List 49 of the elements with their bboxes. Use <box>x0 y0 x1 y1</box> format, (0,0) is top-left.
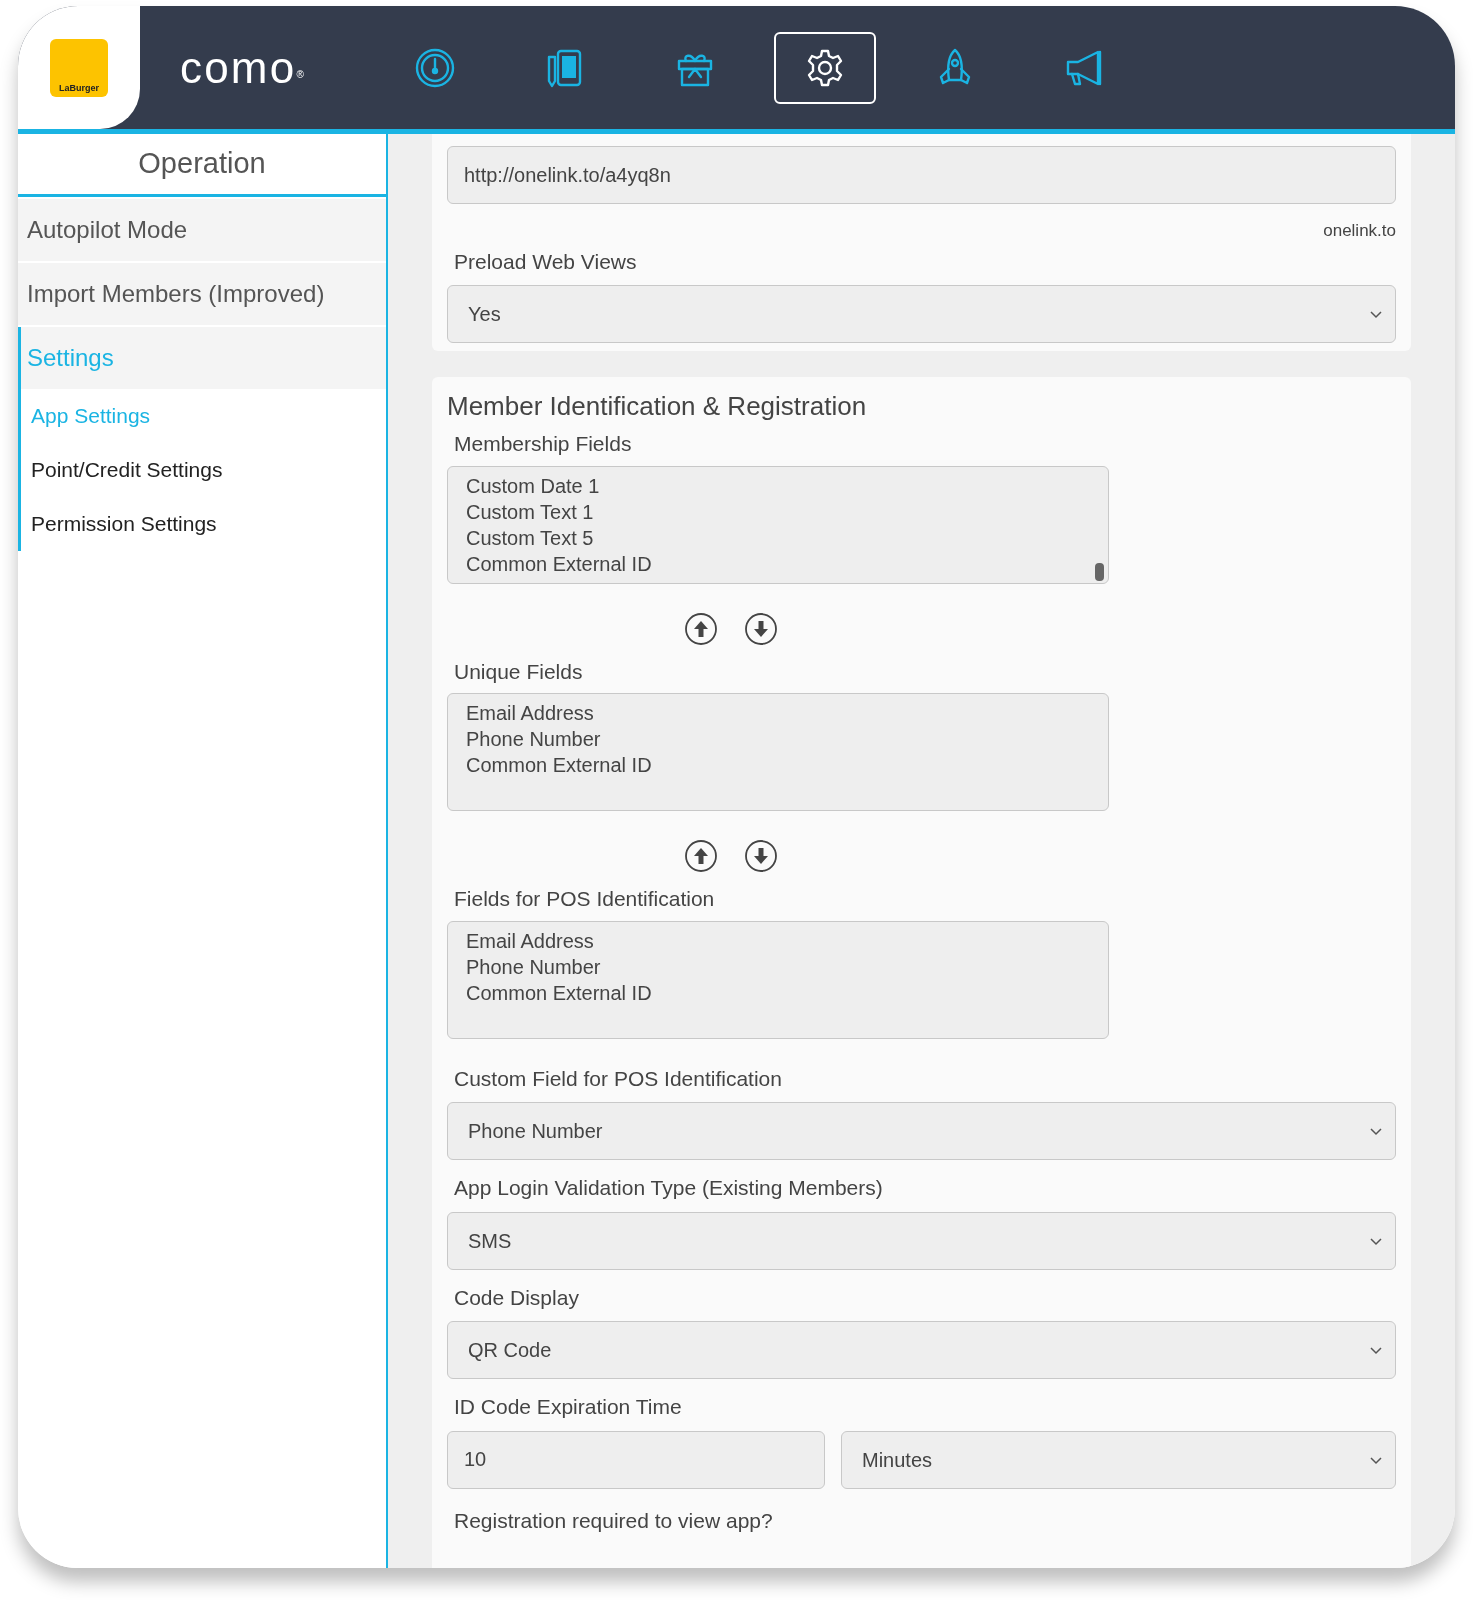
sidebar-subitem[interactable]: Point/Credit Settings <box>21 442 386 497</box>
list-option[interactable]: Common External ID <box>466 979 1090 1006</box>
dropdown-select[interactable]: Yes <box>447 285 1396 343</box>
move-up-icon[interactable] <box>684 839 718 873</box>
field-label: Preload Web Views <box>453 248 638 275</box>
field-label: App Login Validation Type (Existing Members) <box>453 1175 884 1201</box>
sidebar-title: Operation <box>18 134 386 197</box>
link-hint: onelink.to <box>1323 220 1396 242</box>
list-option[interactable]: Email Address <box>466 927 1090 954</box>
field-label: Unique Fields <box>453 658 584 685</box>
scrollbar-thumb[interactable] <box>1095 562 1104 581</box>
move-down-icon[interactable] <box>744 839 778 873</box>
nav-tab[interactable] <box>774 31 876 104</box>
field-label: Code Display <box>453 1284 580 1311</box>
logo-text: LaBurger <box>59 83 99 93</box>
chevron-down-icon <box>1369 309 1383 319</box>
move-down-icon[interactable] <box>744 611 778 646</box>
field-label: Custom Field for POS Identification <box>453 1065 783 1092</box>
list-option[interactable]: Common External ID <box>466 550 1090 577</box>
field-label: ID Code Expiration Time <box>453 1394 683 1420</box>
sidebar-item[interactable]: Autopilot Mode <box>18 198 386 261</box>
gauge-icon <box>414 46 456 89</box>
list-option[interactable]: Common External ID <box>466 752 1090 778</box>
list-option[interactable]: Phone Number <box>466 953 1090 980</box>
field-list[interactable]: Email Address Phone Number Common External ID <box>447 920 1109 1039</box>
list-option[interactable]: Phone Number <box>466 726 1090 752</box>
list-option[interactable]: Custom Date 1 <box>466 472 1090 499</box>
dropdown-select[interactable]: Minutes <box>841 1430 1396 1489</box>
list-option[interactable]: Custom Text 5 <box>466 524 1090 551</box>
chevron-down-icon <box>1369 1235 1383 1246</box>
field-label: Membership Fields <box>453 431 633 457</box>
chevron-down-icon <box>1369 1345 1383 1355</box>
link-field[interactable]: http://onelink.to/a4yq8n <box>447 146 1396 204</box>
field-label: Fields for POS Identification <box>453 886 716 912</box>
sidebar-subitem[interactable]: Permission Settings <box>21 496 386 551</box>
dropdown-select[interactable]: QR Code <box>447 1321 1396 1379</box>
field-list[interactable]: Custom Date 1 Custom Text 1 Custom Text 5 Common External ID <box>447 465 1109 584</box>
section-title: Member Identification & Registration <box>447 390 868 423</box>
list-option[interactable]: Custom Text 1 <box>466 498 1090 525</box>
field-label: Registration required to view app? <box>453 1507 774 1534</box>
list-option[interactable]: Email Address <box>466 700 1090 726</box>
chevron-down-icon <box>1369 1454 1383 1465</box>
move-up-icon[interactable] <box>684 611 718 646</box>
field-list[interactable]: Email Address Phone Number Common External ID <box>447 693 1109 811</box>
chevron-down-icon <box>1369 1126 1383 1136</box>
dropdown-select[interactable]: SMS <box>447 1211 1396 1270</box>
expiration-field[interactable]: 10 <box>447 1430 825 1489</box>
sidebar-item[interactable]: Import Members (Improved) <box>18 262 386 325</box>
dropdown-select[interactable]: Phone Number <box>447 1102 1396 1160</box>
